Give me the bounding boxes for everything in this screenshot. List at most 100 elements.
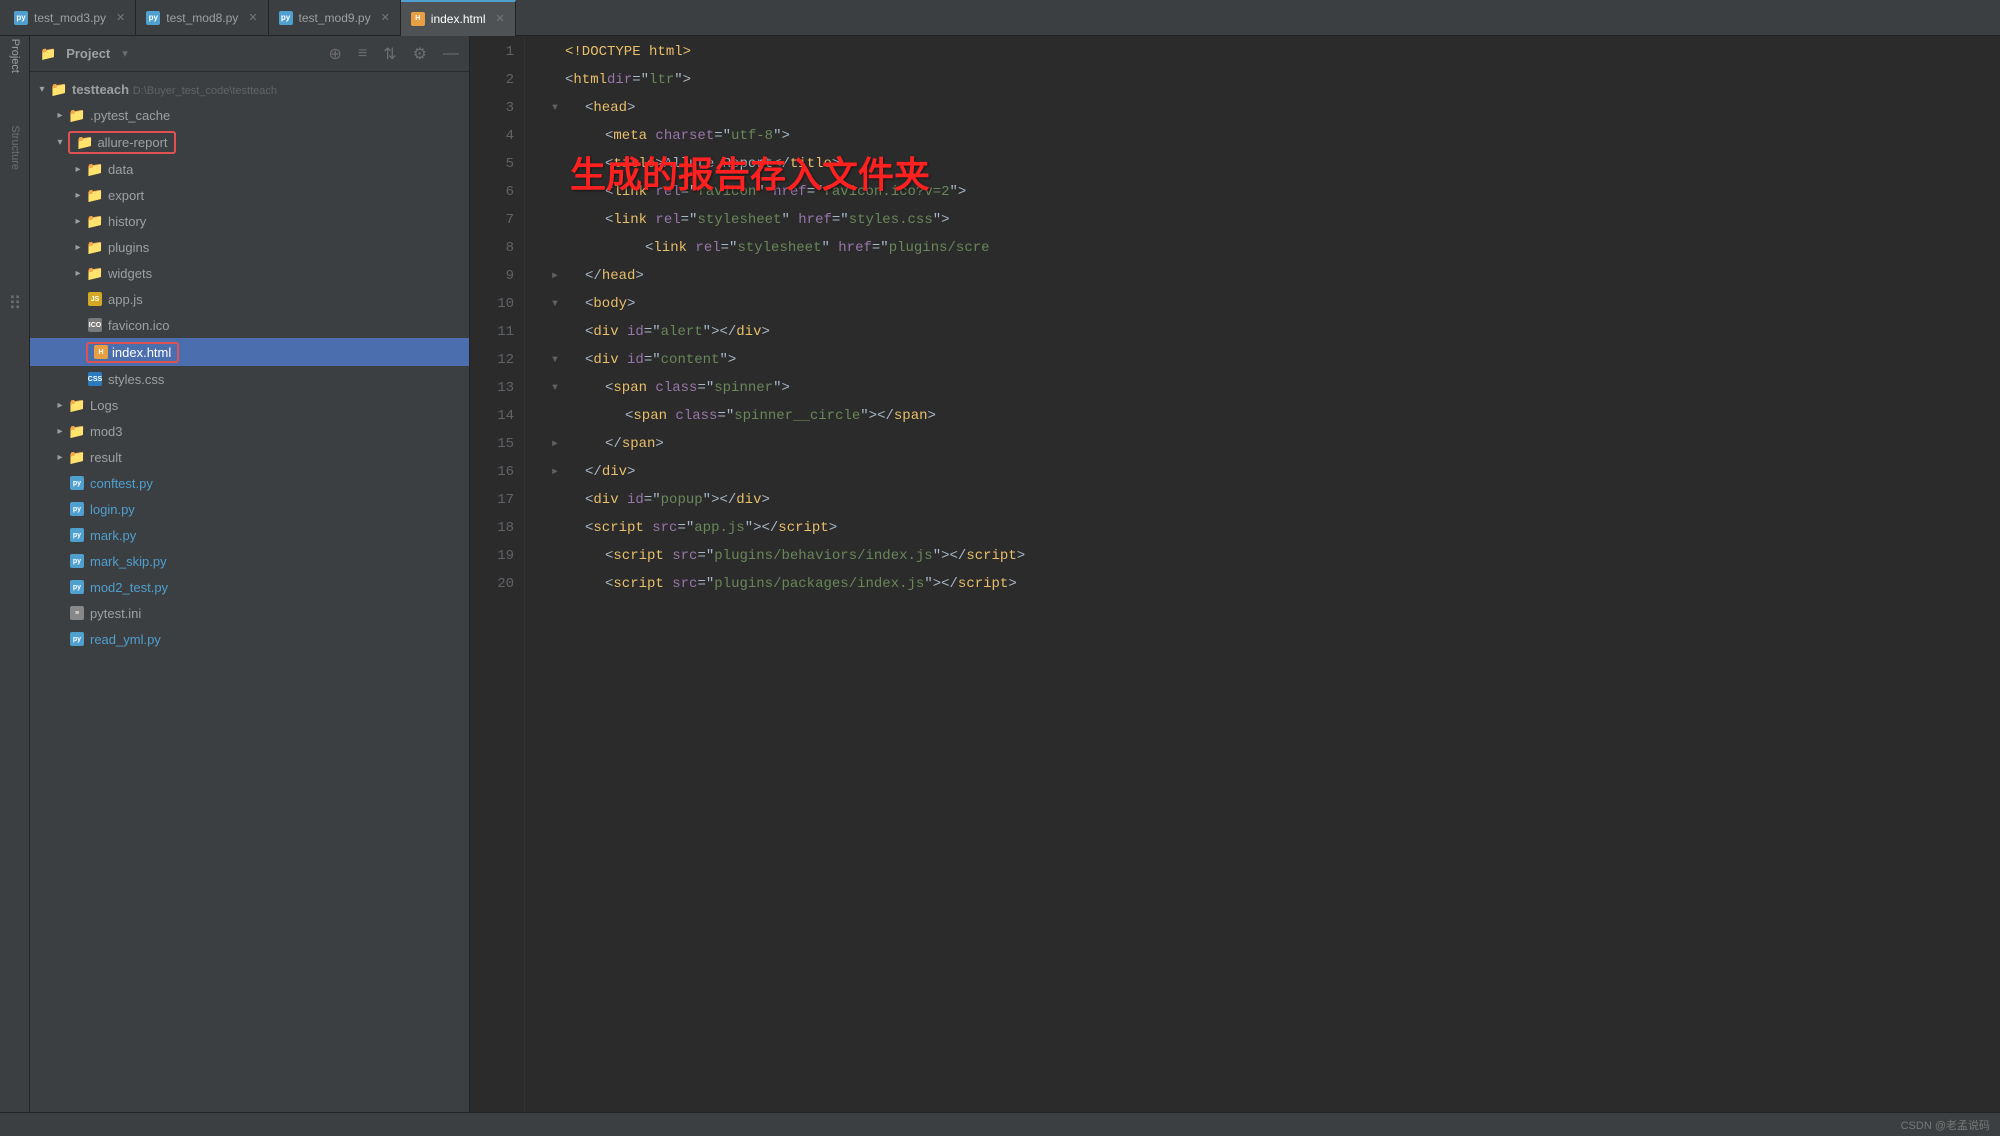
tree-label-data: data	[108, 162, 133, 177]
fold-marker[interactable]: ▸	[545, 458, 565, 486]
sidebar-icon-extra: ⠿	[8, 290, 21, 311]
tree-item-data[interactable]: 📁 data	[30, 156, 469, 182]
code-line-12: ▾ <div id="content">	[545, 346, 2000, 374]
tree-label-read-yml-py: read_yml.py	[90, 632, 161, 647]
status-bar: CSDN @老孟说码	[0, 1112, 2000, 1136]
tab-close-icon[interactable]: ✕	[248, 11, 257, 24]
tree-label-mark-py: mark.py	[90, 528, 136, 543]
tree-item-history[interactable]: 📁 history	[30, 208, 469, 234]
tree-item-mod2-test-py[interactable]: py mod2_test.py	[30, 574, 469, 600]
tree-item-mod3[interactable]: 📁 mod3	[30, 418, 469, 444]
html-file-icon: H	[94, 345, 108, 359]
tree-item-plugins[interactable]: 📁 plugins	[30, 234, 469, 260]
fold-marker[interactable]: ▾	[545, 374, 565, 402]
tree-label-logs: Logs	[90, 398, 118, 413]
tree-item-pytest-ini[interactable]: ≡ pytest.ini	[30, 600, 469, 626]
sidebar-icons: Project Structure ⠿	[0, 36, 30, 1112]
tree-item-allure-report[interactable]: 📁 allure-report	[30, 128, 469, 156]
code-line-15: ▸ </span>	[545, 430, 2000, 458]
folder-icon: 📁	[50, 81, 68, 97]
sidebar-item-project[interactable]: Project	[3, 44, 27, 68]
tab-label: test_mod9.py	[299, 11, 371, 25]
tree-label-widgets: widgets	[108, 266, 152, 281]
editor-content: 生成的报告存入文件夹 1 2 3 4 5 6 7 8 9 10 11 12 13…	[470, 36, 2000, 1112]
folder-icon: 📁	[86, 213, 104, 229]
tree-label-history: history	[108, 214, 146, 229]
tab-close-icon[interactable]: ✕	[381, 11, 390, 24]
folder-icon: 📁	[68, 423, 86, 439]
tree-label-allure-report: allure-report	[97, 135, 167, 150]
tab-test_mod3[interactable]: py test_mod3.py ✕	[4, 0, 136, 36]
tree-item-logs[interactable]: 📁 Logs	[30, 392, 469, 418]
project-header: 📁 Project ▾ ⊕ ≡ ⇅ ⚙ —	[30, 36, 469, 72]
reformat-icon[interactable]: ≡	[358, 45, 367, 63]
code-editor[interactable]: <!DOCTYPE html> <html dir="ltr"> ▾ <head…	[525, 36, 2000, 1112]
js-file-icon: JS	[86, 291, 104, 307]
code-line-1: <!DOCTYPE html>	[545, 38, 2000, 66]
editor-area: 生成的报告存入文件夹 1 2 3 4 5 6 7 8 9 10 11 12 13…	[470, 36, 2000, 1112]
project-panel: 📁 Project ▾ ⊕ ≡ ⇅ ⚙ — 📁 testteach D:\Buy…	[30, 36, 470, 1112]
tree-item-styles-css[interactable]: CSS styles.css	[30, 366, 469, 392]
tree-item-pytest-cache[interactable]: 📁 .pytest_cache	[30, 102, 469, 128]
fold-marker[interactable]: ▸	[545, 430, 565, 458]
minimize-icon[interactable]: —	[443, 45, 459, 63]
py-file-icon: py	[68, 579, 86, 595]
fold-marker[interactable]: ▾	[545, 346, 565, 374]
code-line-8: <link rel="stylesheet" href="plugins/scr…	[545, 234, 2000, 262]
tree-item-login-py[interactable]: py login.py	[30, 496, 469, 522]
tree-item-testteach[interactable]: 📁 testteach D:\Buyer_test_code\testteach	[30, 76, 469, 102]
sort-icon[interactable]: ⇅	[383, 44, 396, 64]
fold-marker[interactable]: ▸	[545, 262, 565, 290]
tree-item-read-yml-py[interactable]: py read_yml.py	[30, 626, 469, 652]
tab-close-icon[interactable]: ✕	[496, 12, 505, 25]
tree-label-mark-skip-py: mark_skip.py	[90, 554, 167, 569]
code-line-7: <link rel="stylesheet" href="styles.css"…	[545, 206, 2000, 234]
html-icon: H	[411, 12, 425, 26]
highlight-box-index: H index.html	[86, 342, 179, 363]
tree-item-index-html[interactable]: H index.html	[30, 338, 469, 366]
tree-item-conftest-py[interactable]: py conftest.py	[30, 470, 469, 496]
chevron-icon	[70, 213, 86, 229]
sidebar-item-extra[interactable]: ⠿	[3, 288, 27, 312]
sidebar-item-structure[interactable]: Structure	[3, 136, 27, 160]
main-layout: Project Structure ⠿ 📁 Project ▾ ⊕ ≡ ⇅ ⚙ …	[0, 36, 2000, 1112]
code-line-11: <div id="alert"></div>	[545, 318, 2000, 346]
code-line-18: <script src="app.js"></script>	[545, 514, 2000, 542]
tab-index_html[interactable]: H index.html ✕	[401, 0, 516, 36]
line-numbers: 1 2 3 4 5 6 7 8 9 10 11 12 13 14 15 16 1…	[470, 36, 525, 1112]
tree-label-mod2-test-py: mod2_test.py	[90, 580, 168, 595]
add-icon[interactable]: ⊕	[329, 44, 342, 64]
folder-icon: 📁	[86, 187, 104, 203]
chevron-icon	[52, 423, 68, 439]
tree-item-export[interactable]: 📁 export	[30, 182, 469, 208]
code-line-6: <link rel="favicon" href="favicon.ico?v=…	[545, 178, 2000, 206]
tree-item-favicon[interactable]: ICO favicon.ico	[30, 312, 469, 338]
tree-item-app-js[interactable]: JS app.js	[30, 286, 469, 312]
tree-item-mark-skip-py[interactable]: py mark_skip.py	[30, 548, 469, 574]
tab-label: test_mod3.py	[34, 11, 106, 25]
code-line-10: ▾ <body>	[545, 290, 2000, 318]
fold-marker[interactable]: ▾	[545, 94, 565, 122]
folder-icon: 📁	[68, 107, 86, 123]
sidebar-label-project: Project	[9, 39, 21, 73]
py-file-icon: py	[68, 501, 86, 517]
gear-icon[interactable]: ⚙	[413, 44, 427, 64]
project-dropdown-icon[interactable]: ▾	[122, 47, 128, 60]
tree-item-result[interactable]: 📁 result	[30, 444, 469, 470]
tree-label-login-py: login.py	[90, 502, 135, 517]
code-line-2: <html dir="ltr">	[545, 66, 2000, 94]
tree-item-widgets[interactable]: 📁 widgets	[30, 260, 469, 286]
tab-test_mod8[interactable]: py test_mod8.py ✕	[136, 0, 268, 36]
tree-label-mod3: mod3	[90, 424, 123, 439]
tab-bar: py test_mod3.py ✕ py test_mod8.py ✕ py t…	[0, 0, 2000, 36]
tree-label-result: result	[90, 450, 122, 465]
tree-label-pytest-ini: pytest.ini	[90, 606, 141, 621]
code-line-3: ▾ <head>	[545, 94, 2000, 122]
sidebar-label-structure: Structure	[9, 126, 21, 171]
fold-marker[interactable]: ▾	[545, 290, 565, 318]
tree-item-mark-py[interactable]: py mark.py	[30, 522, 469, 548]
tab-close-icon[interactable]: ✕	[116, 11, 125, 24]
py-file-icon: py	[68, 527, 86, 543]
project-title: Project	[66, 46, 110, 61]
tab-test_mod9[interactable]: py test_mod9.py ✕	[269, 0, 401, 36]
